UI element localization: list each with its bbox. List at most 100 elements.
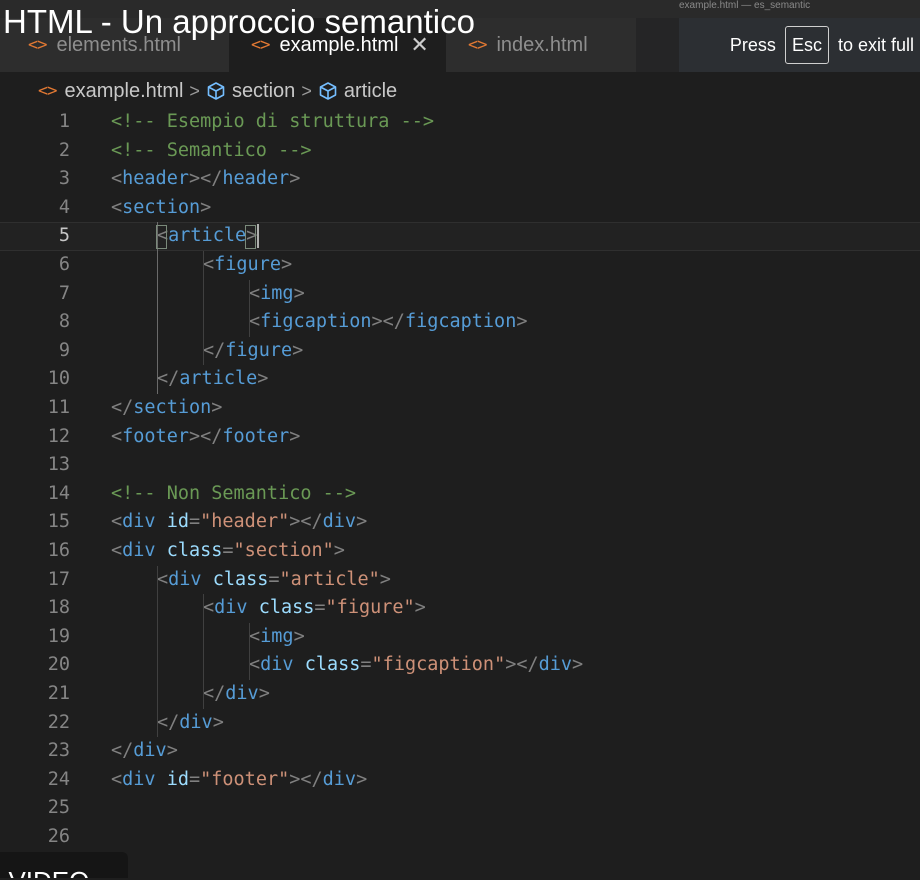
code-line[interactable]: 10 </article> [0, 365, 920, 394]
code-token: section [133, 397, 212, 418]
code-token: < [157, 568, 169, 590]
code-token: > [379, 568, 391, 590]
code-line[interactable]: 7 <img> [0, 280, 920, 309]
breadcrumb-item-article[interactable]: article [344, 80, 397, 103]
line-number: 26 [47, 826, 70, 847]
code-line[interactable]: 9 </figure> [0, 337, 920, 366]
tab-label: index.html [496, 33, 588, 56]
code-token: = [268, 568, 280, 590]
code-token: < [203, 597, 215, 619]
code-line[interactable]: 5 <article> [0, 222, 920, 251]
code-text: <div class="figcaption"></div> [249, 651, 583, 680]
code-line[interactable]: 21 </div> [0, 680, 920, 709]
code-token: > [289, 168, 301, 190]
notice-press: Press [729, 34, 776, 55]
code-token: > [333, 540, 345, 561]
code-token: > [293, 625, 305, 647]
code-line[interactable]: 2 <!-- Semantico --> [0, 137, 920, 166]
code-token: "footer" [200, 768, 290, 790]
code-token: < [249, 282, 261, 304]
code-editor[interactable]: 1 <!-- Esempio di struttura --> 2 <!-- Sema… [0, 108, 920, 878]
code-text: <!-- Semantico --> [111, 137, 311, 166]
code-token: < [111, 511, 123, 533]
code-line[interactable]: 25 [0, 794, 920, 823]
video-overlay-text: I VIDEO [0, 866, 89, 878]
code-line[interactable]: 24 <div id="footer"></div> [0, 766, 920, 795]
code-line[interactable]: 20 <div class="figcaption"></div> [0, 651, 920, 680]
code-line[interactable]: 8 <figcaption></figcaption> [0, 308, 920, 337]
code-text: <section> [111, 194, 211, 223]
code-line[interactable]: 23 </div> [0, 737, 920, 766]
code-token: header [122, 168, 189, 190]
line-number: 7 [58, 282, 70, 304]
code-token: class [258, 597, 315, 619]
code-text: <div class="article"> [157, 566, 391, 595]
code-line[interactable]: 18 <div class="figure"> [0, 594, 920, 623]
code-token: section [122, 196, 201, 218]
code-token: > [289, 425, 301, 447]
code-token: class [304, 654, 361, 676]
line-number: 10 [47, 368, 70, 390]
code-token: = [314, 597, 326, 619]
code-line[interactable]: 6 <figure> [0, 251, 920, 280]
code-line[interactable]: 12 <footer></footer> [0, 423, 920, 452]
code-token: div [179, 711, 213, 733]
code-line[interactable]: 13 [0, 451, 920, 480]
code-token: article [179, 368, 258, 390]
bracket-match-highlight [156, 225, 167, 250]
code-token: class [212, 568, 269, 590]
code-line[interactable]: 14 <!-- Non Semantico --> [0, 480, 920, 509]
code-text: </article> [157, 365, 268, 394]
code-token: div [168, 568, 202, 590]
code-token: header [222, 168, 290, 190]
code-token: div [322, 768, 357, 790]
line-number: 6 [58, 254, 70, 275]
code-line[interactable]: 1 <!-- Esempio di struttura --> [0, 108, 920, 137]
code-token: > [211, 397, 223, 418]
cube-icon [319, 82, 337, 100]
code-line[interactable]: 11 </section> [0, 394, 920, 423]
code-line[interactable]: 22 </div> [0, 709, 920, 738]
code-line[interactable]: 26 [0, 823, 920, 852]
code-line[interactable]: 27 [0, 852, 920, 880]
code-token: </ [111, 397, 134, 418]
code-line[interactable]: 4 <section> [0, 194, 920, 223]
code-text: <div class="figure"> [203, 594, 426, 623]
code-token: = [222, 540, 234, 561]
notice-rest: to exit full [837, 34, 914, 55]
code-line[interactable]: 3 <header></header> [0, 165, 920, 194]
line-number: 8 [58, 311, 70, 333]
code-token: < [111, 768, 123, 790]
code-token: = [188, 768, 201, 790]
line-number: 5 [58, 225, 70, 247]
code-token: id [166, 511, 189, 533]
code-token: <!-- Semantico --> [111, 139, 312, 161]
line-number: 17 [47, 568, 70, 590]
code-token: ></ [188, 168, 223, 190]
code-token: </ [111, 740, 134, 762]
fullscreen-notice: Press Esc to exit full [679, 18, 920, 72]
code-token: > [572, 654, 584, 676]
video-overlay-caption: I VIDEO [0, 852, 128, 878]
code-line[interactable]: 16 <div class="section"> [0, 537, 920, 566]
code-token: "figcaption" [371, 654, 506, 676]
code-text: <figure> [203, 251, 292, 280]
breadcrumb-item-section[interactable]: section [232, 80, 295, 103]
html-file-icon: <> [38, 81, 58, 101]
indent-guide [203, 251, 204, 366]
code-text: </section> [111, 394, 222, 423]
code-token: < [111, 168, 123, 190]
code-token: ></ [289, 768, 323, 790]
code-text: </div> [203, 680, 270, 709]
code-token: "figure" [325, 597, 415, 619]
code-token: figure [225, 339, 293, 361]
code-line[interactable]: 15 <div id="header"></div> [0, 508, 920, 537]
code-line[interactable]: 17 <div class="article"> [0, 566, 920, 595]
line-number: 20 [47, 654, 70, 676]
code-line[interactable]: 19 <img> [0, 623, 920, 652]
breadcrumb-file[interactable]: example.html [64, 80, 183, 103]
code-token: > [212, 711, 224, 733]
